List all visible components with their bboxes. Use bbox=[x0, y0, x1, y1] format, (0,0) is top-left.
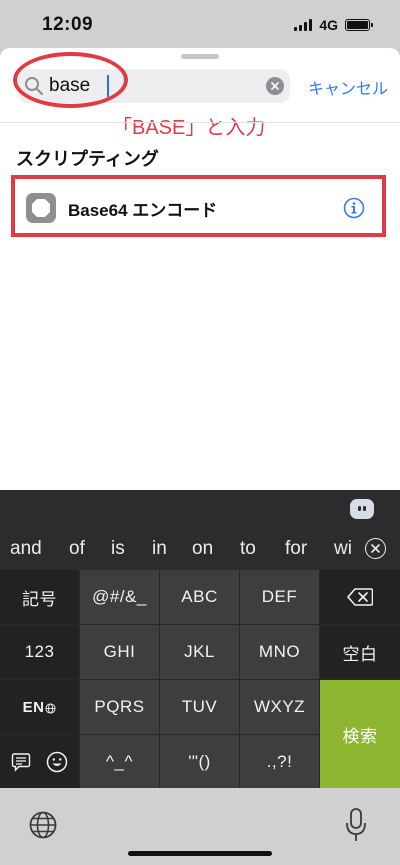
close-suggestions-icon[interactable] bbox=[365, 538, 386, 559]
key-2[interactable]: ABC bbox=[160, 570, 239, 624]
globe-small-icon bbox=[45, 702, 56, 714]
divider bbox=[0, 122, 400, 123]
space-key[interactable]: 空白 bbox=[320, 625, 400, 679]
key-4[interactable]: GHI bbox=[80, 625, 159, 679]
status-bar: 12:09 4G bbox=[0, 0, 400, 50]
emoji-icon[interactable] bbox=[46, 751, 68, 773]
key-7[interactable]: PQRS bbox=[80, 680, 159, 734]
language-key[interactable]: EN bbox=[0, 680, 79, 734]
delete-key[interactable] bbox=[320, 570, 400, 624]
key-6[interactable]: MNO bbox=[240, 625, 319, 679]
home-indicator[interactable] bbox=[128, 851, 272, 856]
bottom-left-keys bbox=[0, 735, 79, 789]
suggestion-item[interactable]: for bbox=[285, 538, 307, 560]
annotation-rectangle bbox=[11, 175, 386, 237]
suggestion-bar: and of is in on to for wi bbox=[0, 490, 400, 572]
suggestion-item[interactable]: wi bbox=[334, 538, 354, 560]
keyboard-bottom-bar bbox=[0, 788, 400, 865]
key-0[interactable]: '"() bbox=[160, 735, 239, 789]
key-5[interactable]: JKL bbox=[160, 625, 239, 679]
globe-icon[interactable] bbox=[28, 810, 58, 840]
language-key-label: EN bbox=[22, 698, 45, 716]
suggestion-item[interactable]: to bbox=[240, 538, 256, 560]
suggestion-item[interactable]: is bbox=[111, 538, 125, 560]
clear-text-icon[interactable] bbox=[266, 77, 284, 95]
section-title: スクリプティング bbox=[16, 149, 159, 169]
suggestion-item[interactable]: and bbox=[10, 538, 42, 560]
microphone-icon[interactable] bbox=[345, 808, 367, 842]
suggestion-item[interactable]: of bbox=[69, 538, 85, 560]
key-9[interactable]: WXYZ bbox=[240, 680, 319, 734]
key-punctuation[interactable]: .,?! bbox=[240, 735, 319, 789]
key-8[interactable]: TUV bbox=[160, 680, 239, 734]
backspace-icon bbox=[347, 588, 373, 606]
key-1[interactable]: @#/&_ bbox=[80, 570, 159, 624]
clock: 12:09 bbox=[42, 14, 94, 35]
signal-icon bbox=[294, 19, 313, 31]
sheet-grabber[interactable] bbox=[181, 54, 219, 59]
suggestion-item[interactable]: in bbox=[152, 538, 167, 560]
input-list-icon[interactable] bbox=[11, 752, 31, 772]
annotation-circle bbox=[13, 52, 128, 108]
symbol-key[interactable]: 記号 bbox=[0, 570, 79, 624]
key-face[interactable]: ^_^ bbox=[80, 735, 159, 789]
status-indicators: 4G bbox=[294, 17, 373, 33]
annotation-label: 「BASE」と入力 bbox=[112, 117, 266, 139]
search-key[interactable]: 検索 bbox=[320, 680, 400, 788]
keyboard-emoji-toggle-icon[interactable] bbox=[350, 499, 374, 519]
action-search-sheet: キャンセル 「BASE」と入力 スクリプティング Base64 エンコード bbox=[0, 48, 400, 490]
network-type: 4G bbox=[319, 17, 338, 33]
suggestion-item[interactable]: on bbox=[192, 538, 213, 560]
number-mode-key[interactable]: 123 bbox=[0, 625, 79, 679]
battery-icon bbox=[345, 19, 373, 31]
key-3[interactable]: DEF bbox=[240, 570, 319, 624]
cancel-button[interactable]: キャンセル bbox=[308, 75, 388, 99]
